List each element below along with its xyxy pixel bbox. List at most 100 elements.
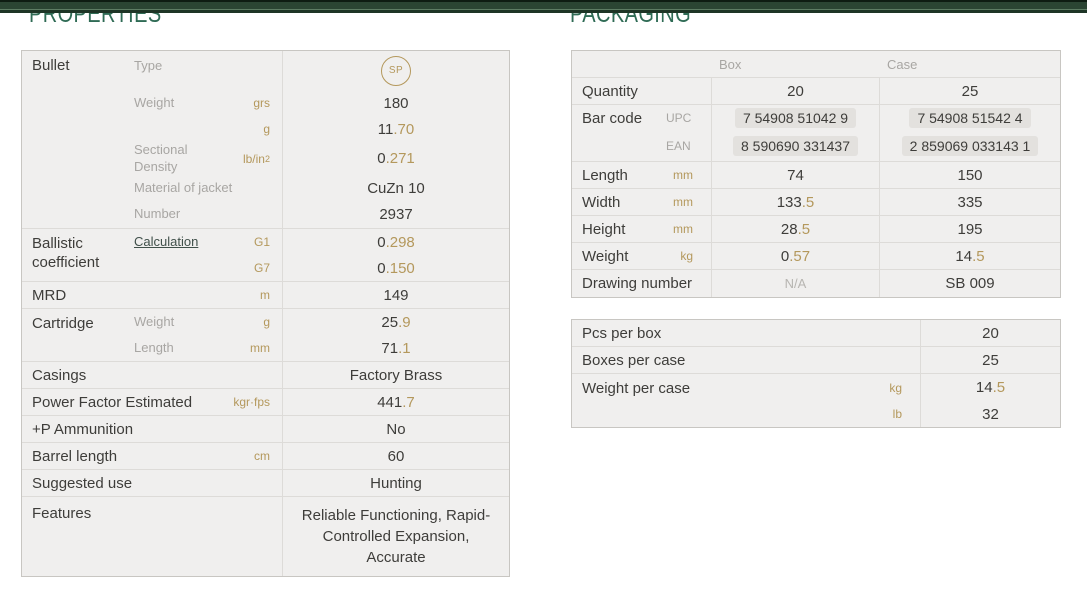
barrel-length-unit: cm [254,443,282,469]
upc-label: UPC [666,105,711,131]
boxes-per-case-value: 25 [920,347,1060,373]
sectional-density-value: 0.271 [282,142,509,175]
ballistic-coefficient-label: Ballistic coefficient [22,229,134,281]
bullet-weight-grs-value: 180 [282,90,509,116]
packaging-summary-table: Pcs per box 20 Boxes per case 25 Weight … [571,319,1061,428]
quantity-label: Quantity [572,83,638,100]
g1-value: 0.298 [282,229,509,255]
property-row-features: Features Reliable Functioning, Rapid-Con… [22,496,509,576]
width-case-value: 335 [879,189,1060,215]
height-label: Height [572,221,625,238]
mrd-value: 149 [282,282,509,308]
features-label: Features [22,497,270,576]
p-ammunition-value: No [282,416,509,442]
cartridge-weight-value: 25.9 [282,309,509,335]
quantity-case-value: 25 [879,78,1060,104]
g7-value: 0.150 [282,255,509,281]
power-factor-value: 441.7 [282,389,509,415]
weight-per-case-kg-unit: kg [842,374,920,401]
cartridge-length-label: Length [134,335,250,361]
height-unit: mm [673,222,711,236]
casings-value: Factory Brass [282,362,509,388]
packaging-row-height: Height mm 28.5 195 [572,215,1060,242]
top-navigation-bar [0,0,1087,13]
drawing-number-label: Drawing number [572,275,692,292]
g7-unit: G7 [254,255,282,281]
packaging-row-barcode: Bar code UPC 7 54908 51042 9 7 54908 515… [572,104,1060,161]
property-row-casings: Casings Factory Brass [22,361,509,388]
drawing-number-case-value: SB 009 [879,270,1060,297]
height-case-value: 195 [879,216,1060,242]
weight-box-value: 0.57 [711,243,879,269]
packaging-row-width: Width mm 133.5 335 [572,188,1060,215]
property-row-power-factor: Power Factor Estimated kgr·fps 441.7 [22,388,509,415]
length-unit: mm [673,168,711,182]
length-box-value: 74 [711,162,879,188]
bullet-type-label: Type [134,51,270,90]
barrel-length-value: 60 [282,443,509,469]
column-header-box: Box [711,51,879,77]
calculation-link[interactable]: Calculation [134,234,198,250]
weight-per-case-lb-value: 32 [920,401,1060,427]
ean-label: EAN [666,131,711,161]
bullet-weight-label: Weight [134,90,253,116]
power-factor-unit: kgr·fps [233,389,282,415]
cartridge-weight-unit: g [263,309,282,335]
property-row-ballistic-coefficient: Ballistic coefficient Calculation G1 0.2… [22,228,509,281]
weight-case-value: 14.5 [879,243,1060,269]
quantity-box-value: 20 [711,78,879,104]
width-box-value: 133.5 [711,189,879,215]
upc-box-value: 7 54908 51042 9 [735,108,856,128]
suggested-use-label: Suggested use [22,470,270,496]
casings-label: Casings [22,362,270,388]
weight-per-case-lb-unit: lb [842,401,920,427]
boxes-per-case-label: Boxes per case [572,347,920,373]
p-ammunition-label: +P Ammunition [22,416,270,442]
row-weight-per-case: Weight per case kg 14.5 lb 32 [572,373,1060,427]
packaging-row-quantity: Quantity 20 25 [572,77,1060,104]
property-row-cartridge: Cartridge Weight g 25.9 Length mm 71.1 [22,308,509,361]
ean-box-value: 8 590690 331437 [733,136,858,156]
suggested-use-value: Hunting [282,470,509,496]
cartridge-group-label: Cartridge [22,309,134,361]
packaging-row-drawing-number: Drawing number N/A SB 009 [572,269,1060,297]
packaging-header-row: Box Case [572,51,1060,77]
upc-case-value: 7 54908 51542 4 [909,108,1030,128]
bullet-number-value: 2937 [282,201,509,228]
height-box-value: 28.5 [711,216,879,242]
width-unit: mm [673,195,711,209]
barcode-group-label: Bar code [572,105,666,161]
mrd-label: MRD [22,282,260,308]
cartridge-weight-label: Weight [134,309,263,335]
mrd-unit: m [260,282,282,308]
drawing-number-box-value: N/A [785,276,807,291]
cartridge-length-value: 71.1 [282,335,509,361]
row-boxes-per-case: Boxes per case 25 [572,346,1060,373]
width-label: Width [572,194,620,211]
bullet-number-label: Number [134,201,270,228]
column-header-case: Case [879,51,1060,77]
sectional-density-label: Sectional Density [134,142,243,175]
length-label: Length [572,167,628,184]
packaging-row-length: Length mm 74 150 [572,161,1060,188]
material-of-jacket-label: Material of jacket [134,175,270,201]
bullet-weight-g-value: 11.70 [282,116,509,142]
features-value: Reliable Functioning, Rapid-Controlled E… [282,497,509,576]
bullet-group-label: Bullet [22,51,134,228]
properties-table: Bullet Type SP Weight grs 180 g 11.70 Se… [21,50,510,577]
weight-label: Weight [572,248,628,265]
power-factor-label: Power Factor Estimated [22,389,233,415]
sectional-density-unit: lb/in2 [243,142,282,175]
packaging-table: Box Case Quantity 20 25 Bar code UPC 7 5… [571,50,1061,298]
barrel-length-label: Barrel length [22,443,254,469]
weight-per-case-label: Weight per case [572,374,842,427]
bullet-weight-grs-unit: grs [253,90,282,116]
property-row-mrd: MRD m 149 [22,281,509,308]
property-row-p-ammunition: +P Ammunition No [22,415,509,442]
g1-unit: G1 [254,229,282,255]
weight-per-case-kg-value: 14.5 [920,374,1060,401]
row-pcs-per-box: Pcs per box 20 [572,320,1060,346]
bullet-type-sp-badge[interactable]: SP [381,56,411,86]
property-row-barrel-length: Barrel length cm 60 [22,442,509,469]
bullet-weight-g-unit: g [263,116,282,142]
